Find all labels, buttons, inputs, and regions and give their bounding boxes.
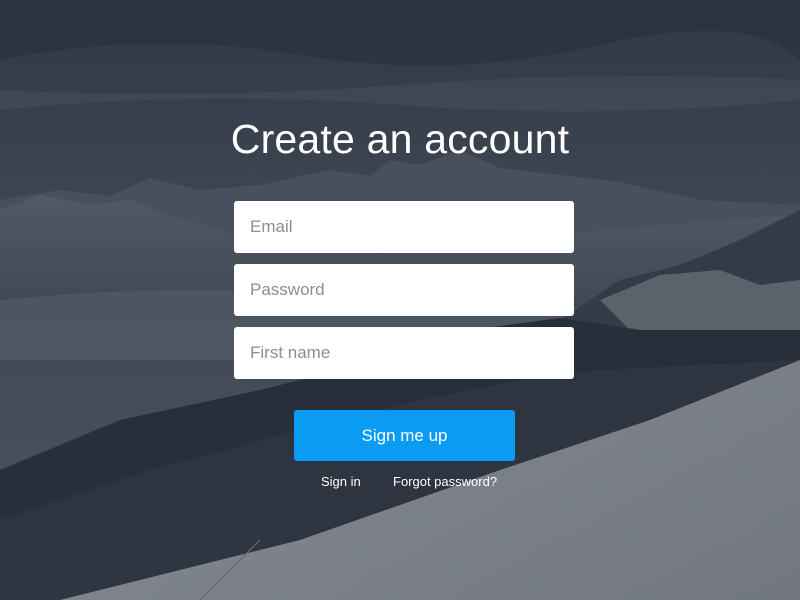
email-field[interactable] [234, 201, 574, 253]
password-field[interactable] [234, 264, 574, 316]
auth-links: Sign in Forgot password? [0, 474, 800, 490]
forgot-password-link[interactable]: Forgot password? [393, 474, 497, 489]
sign-in-link[interactable]: Sign in [321, 474, 361, 489]
first-name-field[interactable] [234, 327, 574, 379]
page-title: Create an account [230, 116, 570, 162]
sign-up-button[interactable]: Sign me up [294, 410, 515, 461]
signup-panel: Create an account Sign me up Sign in For… [0, 0, 800, 600]
